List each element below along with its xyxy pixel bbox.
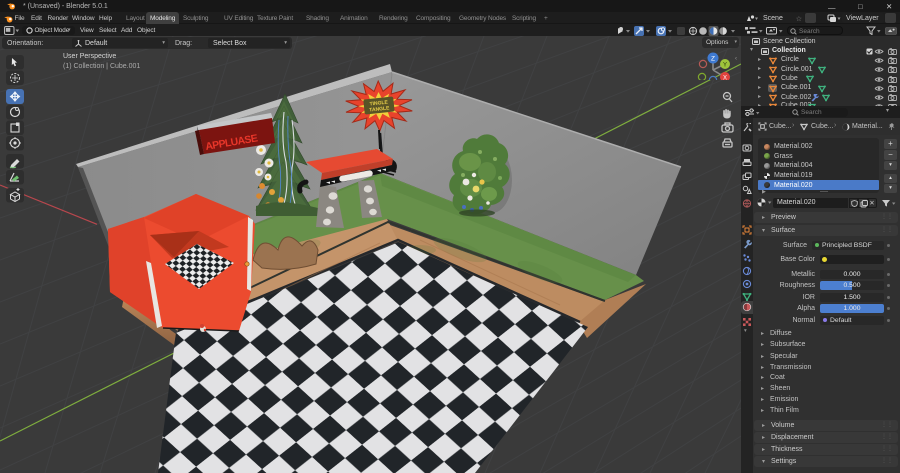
svg-text:Y: Y [723, 63, 727, 69]
svg-text:Z: Z [711, 56, 715, 63]
svg-text:X: X [723, 76, 727, 81]
